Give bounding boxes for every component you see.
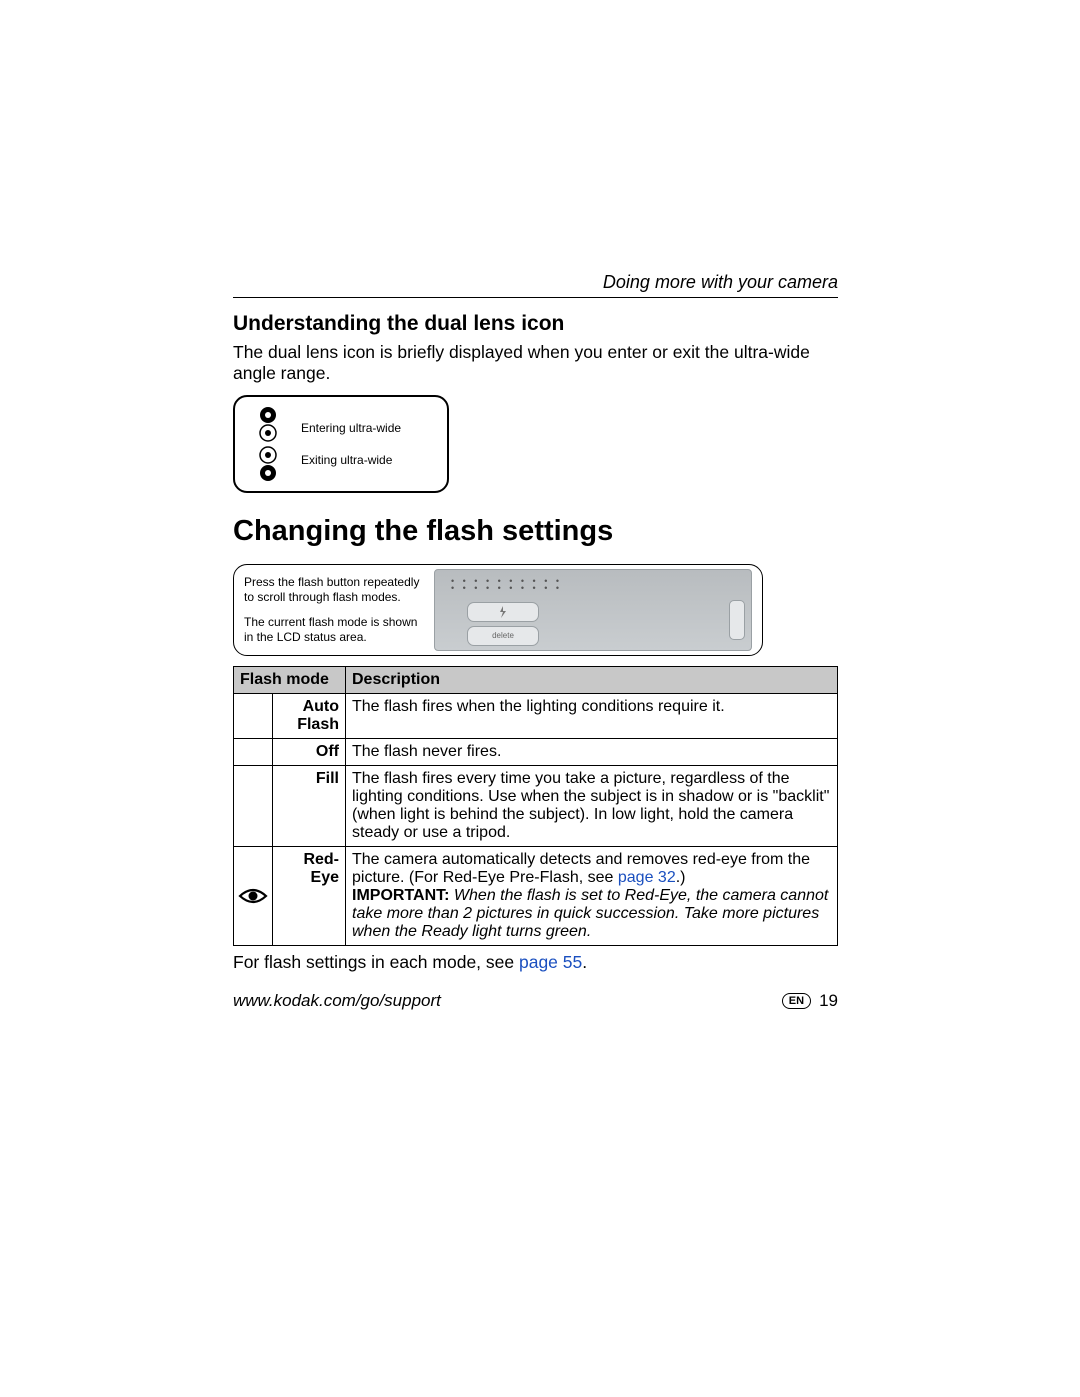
delete-button-icon: delete [467,626,539,646]
flash-button-icon [467,602,539,622]
exiting-ultra-wide-icon [258,446,278,482]
footer-right: EN 19 [782,991,838,1011]
section-heading-flash: Changing the flash settings [233,515,838,548]
mode-auto-flash: Auto Flash [273,693,346,738]
col-flash-mode: Flash mode [234,666,346,693]
table-row: Red-Eye The camera automatically detects… [234,846,838,945]
callout-line2: The current flash mode is shown in the L… [244,615,424,645]
red-eye-icon [234,846,273,945]
side-button-icon [729,600,745,640]
flash-modes-table: Flash mode Description Auto Flash The fl… [233,666,838,946]
callout-line1: Press the flash button repeatedly to scr… [244,575,424,605]
language-badge: EN [782,993,811,1009]
desc-off: The flash never fires. [346,738,838,765]
desc-red-eye: The camera automatically detects and rem… [346,846,838,945]
flash-callout-diagram: Press the flash button repeatedly to scr… [233,564,763,656]
fill-icon [234,765,273,846]
col-description: Description [346,666,838,693]
off-icon [234,738,273,765]
mode-fill: Fill [273,765,346,846]
chapter-title: Doing more with your camera [233,272,838,293]
table-header-row: Flash mode Description [234,666,838,693]
desc-fill: The flash fires every time you take a pi… [346,765,838,846]
label-entering: Entering ultra-wide [301,421,447,435]
link-page-55[interactable]: page 55 [519,952,582,972]
speaker-dots-icon: • • • • • • • • • •• • • • • • • • • • [451,578,562,592]
important-label: IMPORTANT: [352,887,449,904]
after-table-text: For flash settings in each mode, see pag… [233,952,838,973]
mode-off: Off [273,738,346,765]
camera-illustration: • • • • • • • • • •• • • • • • • • • • d… [434,569,752,651]
link-page-32[interactable]: page 32 [618,869,676,886]
table-row: Off The flash never fires. [234,738,838,765]
header-rule [233,297,838,298]
label-exiting: Exiting ultra-wide [301,453,447,467]
table-row: Auto Flash The flash fires when the ligh… [234,693,838,738]
footer-url: www.kodak.com/go/support [233,991,441,1011]
entering-ultra-wide-icon [258,406,278,442]
dual-lens-icons [235,406,291,482]
body-dual-lens: The dual lens icon is briefly displayed … [233,342,838,385]
desc-auto-flash: The flash fires when the lighting condit… [346,693,838,738]
table-row: Fill The flash fires every time you take… [234,765,838,846]
mode-red-eye: Red-Eye [273,846,346,945]
section-heading-dual-lens: Understanding the dual lens icon [233,312,838,336]
callout-text: Press the flash button repeatedly to scr… [244,575,424,645]
auto-flash-icon [234,693,273,738]
page-footer: www.kodak.com/go/support EN 19 [233,991,838,1011]
manual-page: Doing more with your camera Understandin… [233,272,838,1011]
dual-lens-diagram: Entering ultra-wide Exiting ultra-wide [233,395,449,493]
page-number: 19 [819,991,838,1011]
